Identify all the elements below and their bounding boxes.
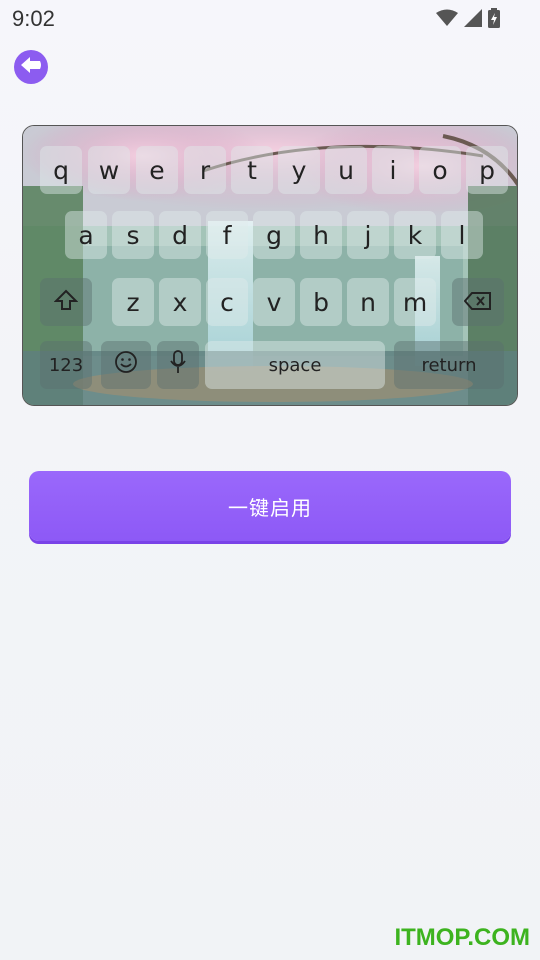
status-time: 9:02 (12, 6, 55, 31)
one-click-enable-button[interactable]: 一键启用 (29, 471, 511, 541)
wifi-icon (436, 9, 458, 32)
key-w[interactable]: w (88, 146, 130, 194)
return-key[interactable]: return (394, 341, 504, 389)
back-arrow-icon (19, 55, 43, 80)
key-g[interactable]: g (253, 211, 295, 259)
key-t[interactable]: t (231, 146, 273, 194)
space-key[interactable]: space (205, 341, 385, 389)
key-o[interactable]: o (419, 146, 461, 194)
key-u[interactable]: u (325, 146, 367, 194)
backspace-icon (463, 288, 492, 317)
delete-key[interactable] (452, 278, 504, 326)
back-button[interactable] (14, 50, 48, 84)
key-c[interactable]: c (206, 278, 248, 326)
emoji-key[interactable] (101, 341, 151, 389)
mic-key[interactable] (157, 341, 199, 389)
key-j[interactable]: j (347, 211, 389, 259)
key-d[interactable]: d (159, 211, 201, 259)
key-l[interactable]: l (441, 211, 483, 259)
key-v[interactable]: v (253, 278, 295, 326)
key-y[interactable]: y (278, 146, 320, 194)
key-b[interactable]: b (300, 278, 342, 326)
key-h[interactable]: h (300, 211, 342, 259)
keyboard-theme-preview: q w e r t y u i o p a s d f g h j k l z … (22, 125, 518, 406)
watermark: ITMOP.COM (394, 924, 530, 951)
emoji-icon (114, 350, 138, 380)
numbers-key[interactable]: 123 (40, 341, 92, 389)
key-a[interactable]: a (65, 211, 107, 259)
key-m[interactable]: m (394, 278, 436, 326)
battery-icon (488, 8, 500, 33)
microphone-icon (169, 350, 187, 380)
key-f[interactable]: f (206, 211, 248, 259)
shift-key[interactable] (40, 278, 92, 326)
key-r[interactable]: r (184, 146, 226, 194)
status-bar: 9:02 (0, 0, 540, 38)
key-e[interactable]: e (136, 146, 178, 194)
signal-icon (464, 9, 482, 32)
key-z[interactable]: z (112, 278, 154, 326)
key-q[interactable]: q (40, 146, 82, 194)
key-k[interactable]: k (394, 211, 436, 259)
key-n[interactable]: n (347, 278, 389, 326)
key-x[interactable]: x (159, 278, 201, 326)
status-icons (436, 8, 500, 33)
shift-icon (53, 288, 79, 317)
key-s[interactable]: s (112, 211, 154, 259)
key-i[interactable]: i (372, 146, 414, 194)
key-p[interactable]: p (466, 146, 508, 194)
